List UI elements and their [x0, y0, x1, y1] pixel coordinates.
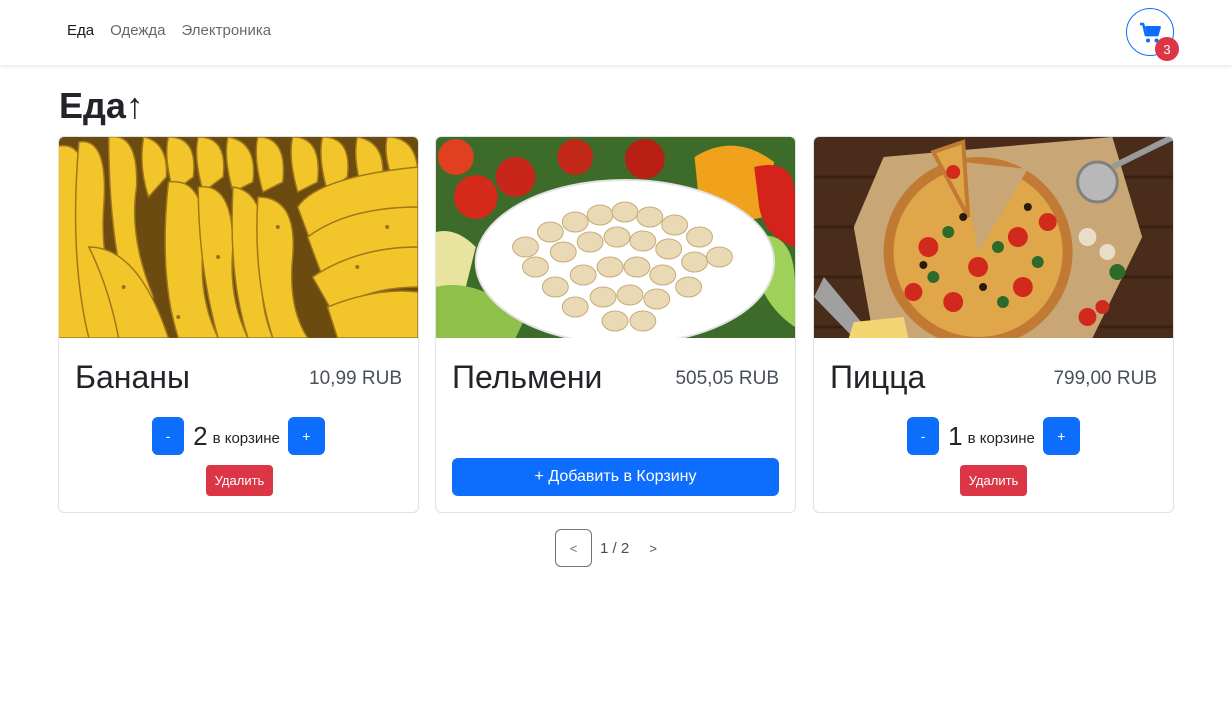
- product-card-bananas: Бананы 10,99 RUB - 2 в корзине + Удалить: [58, 136, 419, 513]
- product-name: Пицца: [830, 359, 926, 395]
- nav-link-food[interactable]: Еда: [67, 22, 94, 39]
- remove-from-cart-button[interactable]: Удалить: [206, 465, 273, 496]
- product-price: 799,00 RUB: [1053, 368, 1157, 389]
- increase-quantity-button[interactable]: +: [1042, 417, 1080, 455]
- in-cart-label: в корзине: [212, 429, 280, 447]
- product-price: 505,05 RUB: [675, 368, 779, 389]
- product-image-bananas: [59, 137, 418, 338]
- product-name: Пельмени: [452, 359, 603, 395]
- in-cart-label: в корзине: [967, 429, 1035, 447]
- increase-quantity-button[interactable]: +: [287, 417, 325, 455]
- product-price: 10,99 RUB: [309, 368, 402, 389]
- product-image-pizza: [814, 137, 1173, 338]
- product-card-pizza: Пицца 799,00 RUB - 1 в корзине + Удалить: [813, 136, 1174, 513]
- add-to-cart-button[interactable]: + Добавить в Корзину: [452, 458, 779, 496]
- decrease-quantity-button[interactable]: -: [152, 417, 185, 455]
- nav-link-electronics[interactable]: Электроника: [182, 22, 272, 39]
- cart-count-badge: 3: [1155, 37, 1179, 61]
- quantity-value: 2: [193, 420, 208, 451]
- page-title: Еда↑: [59, 85, 144, 126]
- pagination: < 1 / 2 >: [555, 529, 669, 567]
- navbar: Еда Одежда Электроника 3: [0, 0, 1232, 65]
- previous-page-button[interactable]: <: [555, 529, 592, 567]
- product-image-pelmeni: [436, 137, 795, 338]
- product-name: Бананы: [75, 359, 190, 395]
- category-nav: Еда Одежда Электроника: [67, 22, 271, 39]
- next-page-button[interactable]: >: [637, 529, 669, 567]
- product-card-pelmeni: Пельмени 505,05 RUB + Добавить в Корзину: [435, 136, 796, 513]
- quantity-control: - 2 в корзине +: [59, 417, 418, 455]
- page-indicator: 1 / 2: [600, 539, 630, 557]
- quantity-value: 1: [948, 420, 963, 451]
- quantity-control: - 1 в корзине +: [814, 417, 1173, 455]
- nav-link-clothes[interactable]: Одежда: [110, 22, 165, 39]
- remove-from-cart-button[interactable]: Удалить: [960, 465, 1027, 496]
- decrease-quantity-button[interactable]: -: [907, 417, 940, 455]
